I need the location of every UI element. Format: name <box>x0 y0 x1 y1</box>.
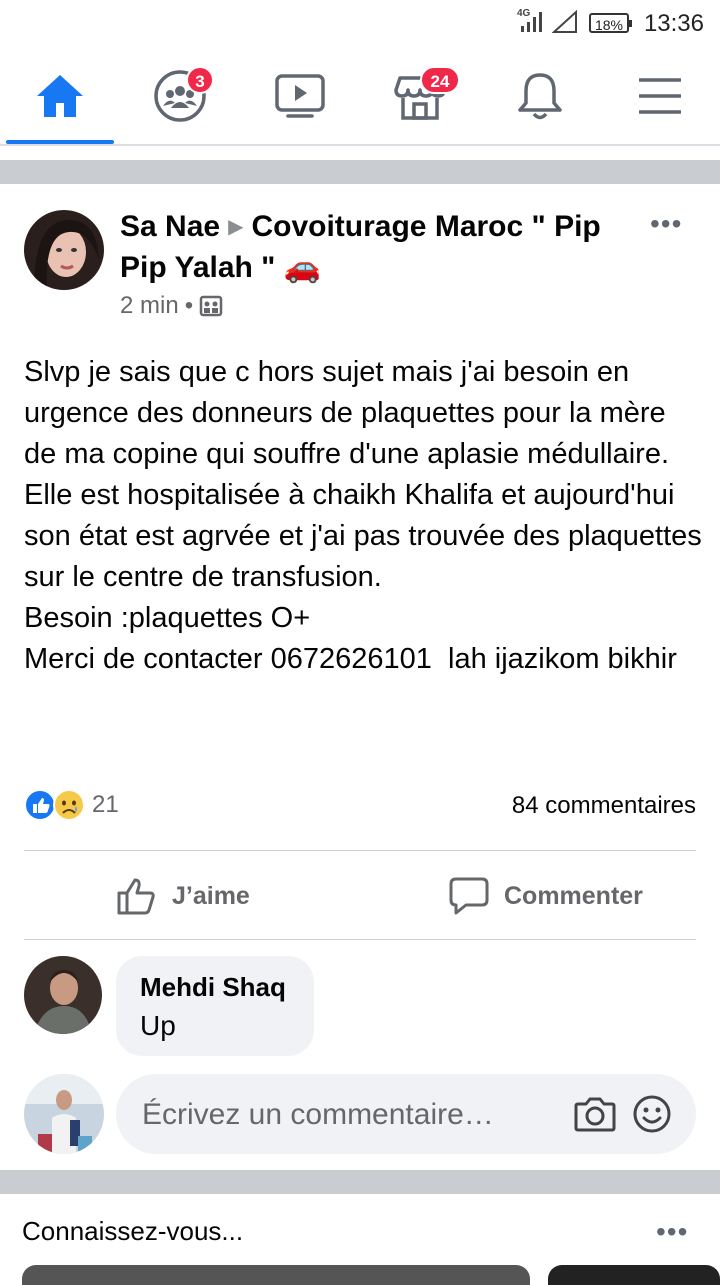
post-meta: 2 min • <box>120 292 223 320</box>
suggestion-card[interactable] <box>22 1265 530 1285</box>
comment-icon <box>449 877 489 915</box>
divider <box>24 850 696 851</box>
divider <box>24 939 696 940</box>
post-text: Slvp je sais que c hors sujet mais j'ai … <box>24 356 702 675</box>
like-label: J’aime <box>172 881 250 910</box>
emoji-icon[interactable] <box>632 1094 672 1134</box>
group-privacy-icon <box>199 295 223 317</box>
suggestion-card[interactable] <box>548 1265 720 1285</box>
comment-count[interactable]: 84 commentaires <box>512 792 696 820</box>
battery-indicator: 18% <box>589 13 632 33</box>
signal-icon <box>552 10 577 33</box>
top-navigation: 3 24 <box>0 48 720 144</box>
post-author-line: Sa Nae ▶ Covoiturage Maroc " Pip Pip Yalah… <box>120 208 640 287</box>
clock: 13:36 <box>643 10 704 37</box>
author-avatar[interactable] <box>24 210 104 290</box>
network-icon: 4G <box>517 8 545 34</box>
tab-home[interactable] <box>0 48 120 144</box>
tab-watch[interactable] <box>240 48 360 144</box>
friends-badge: 3 <box>186 66 214 94</box>
comment-composer[interactable] <box>116 1074 696 1156</box>
pymk-options-icon[interactable]: ••• <box>656 1216 688 1248</box>
reaction-summary[interactable]: 21 <box>24 788 119 822</box>
feed-separator <box>0 1170 720 1194</box>
tab-friends[interactable]: 3 <box>120 48 240 144</box>
tab-menu[interactable] <box>600 48 720 144</box>
post-options-icon[interactable]: ••• <box>650 208 682 240</box>
comment-label: Commenter <box>504 881 643 910</box>
post-time[interactable]: 2 min <box>120 292 179 320</box>
tab-marketplace[interactable]: 24 <box>360 48 480 144</box>
comment-text: Up <box>140 1010 176 1041</box>
comment-input[interactable] <box>140 1074 544 1156</box>
hamburger-menu-icon <box>639 78 681 114</box>
thumbs-up-icon <box>117 878 155 915</box>
user-avatar <box>24 1074 104 1154</box>
pymk-title: Connaissez-vous... <box>22 1216 244 1246</box>
like-button[interactable]: J’aime <box>116 868 250 924</box>
feed-separator <box>0 160 720 184</box>
status-bar: 4G 18% 13:36 <box>0 0 720 48</box>
author-name[interactable]: Sa Nae <box>120 210 220 243</box>
camera-icon[interactable] <box>574 1095 616 1133</box>
commenter-avatar[interactable] <box>24 956 102 1034</box>
reaction-count: 21 <box>92 791 119 818</box>
home-icon <box>37 75 83 117</box>
marketplace-badge: 24 <box>420 66 460 94</box>
divider <box>0 144 720 146</box>
meta-dot: • <box>184 292 194 319</box>
commenter-name[interactable]: Mehdi Shaq <box>140 972 286 1003</box>
tab-notifications[interactable] <box>480 48 600 144</box>
caret-right-icon: ▶ <box>228 216 244 238</box>
comment-bubble[interactable]: Mehdi Shaq Up <box>116 956 314 1056</box>
comment-button[interactable]: Commenter <box>448 868 643 924</box>
video-icon <box>275 74 325 118</box>
bell-icon <box>518 73 562 120</box>
sad-reaction-icon <box>53 789 85 821</box>
